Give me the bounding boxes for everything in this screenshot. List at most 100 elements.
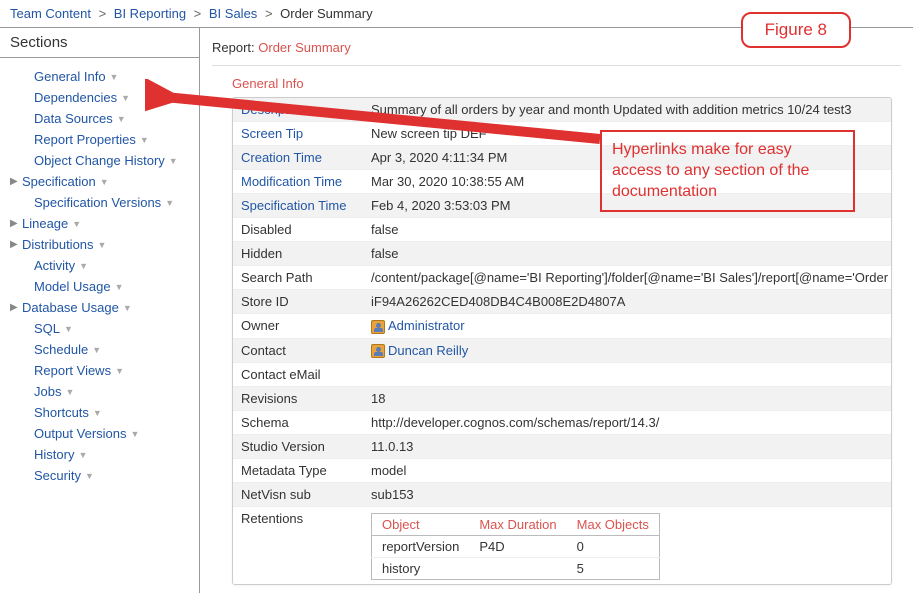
- ret-cell: P4D: [469, 536, 566, 558]
- callout-box: Hyperlinks make for easy access to any s…: [600, 130, 855, 212]
- sidebar-item[interactable]: ▶Specification Versions▼: [22, 192, 199, 213]
- sidebar-item[interactable]: ▶Schedule▼: [22, 339, 199, 360]
- sidebar-link[interactable]: Lineage: [22, 216, 68, 231]
- sidebar-item[interactable]: ▶Shortcuts▼: [22, 402, 199, 423]
- info-value-text: false: [371, 222, 398, 237]
- dropdown-icon[interactable]: ▼: [72, 219, 81, 229]
- sections-header: Sections: [0, 28, 199, 58]
- sidebar-link[interactable]: Jobs: [34, 384, 61, 399]
- sidebar-item[interactable]: ▶History▼: [22, 444, 199, 465]
- dropdown-icon[interactable]: ▼: [123, 303, 132, 313]
- dropdown-icon[interactable]: ▼: [92, 345, 101, 355]
- sidebar-item[interactable]: ▶Dependencies▼: [22, 87, 199, 108]
- info-label: NetVisn sub: [233, 483, 363, 506]
- sidebar-link[interactable]: Specification Versions: [34, 195, 161, 210]
- dropdown-icon[interactable]: ▼: [121, 93, 130, 103]
- dropdown-icon[interactable]: ▼: [110, 72, 119, 82]
- sidebar-item[interactable]: ▶Model Usage▼: [22, 276, 199, 297]
- info-label: Store ID: [233, 290, 363, 313]
- sidebar-link[interactable]: Data Sources: [34, 111, 113, 126]
- info-value-text: Summary of all orders by year and month …: [371, 102, 852, 117]
- dropdown-icon[interactable]: ▼: [100, 177, 109, 187]
- sidebar-link[interactable]: Report Views: [34, 363, 111, 378]
- info-label[interactable]: Description: [233, 98, 363, 121]
- dropdown-icon[interactable]: ▼: [115, 366, 124, 376]
- sidebar-item[interactable]: ▶SQL▼: [22, 318, 199, 339]
- info-value-text: 18: [371, 391, 385, 406]
- sidebar-item[interactable]: ▶Specification ▼: [10, 171, 199, 192]
- info-value-text: 11.0.13: [371, 439, 413, 454]
- expand-caret-icon[interactable]: ▶: [10, 302, 20, 313]
- ret-header: Max Duration: [469, 514, 566, 536]
- dropdown-icon[interactable]: ▼: [115, 282, 124, 292]
- sidebar-link[interactable]: Object Change History: [34, 153, 165, 168]
- info-value-text[interactable]: Duncan Reilly: [388, 343, 468, 358]
- sidebar-link[interactable]: Distributions: [22, 237, 94, 252]
- dropdown-icon[interactable]: ▼: [85, 471, 94, 481]
- dropdown-icon[interactable]: ▼: [117, 114, 126, 124]
- info-value-text[interactable]: Administrator: [388, 318, 465, 333]
- person-icon: [371, 320, 385, 334]
- info-row: ContactDuncan Reilly: [233, 339, 891, 364]
- sidebar-item[interactable]: ▶Distributions ▼: [10, 234, 199, 255]
- dropdown-icon[interactable]: ▼: [65, 387, 74, 397]
- sidebar-link[interactable]: Database Usage: [22, 300, 119, 315]
- sidebar-link[interactable]: Activity: [34, 258, 75, 273]
- sidebar-link[interactable]: Shortcuts: [34, 405, 89, 420]
- content-area: Report: Order Summary General Info Descr…: [200, 28, 913, 593]
- dropdown-icon[interactable]: ▼: [64, 324, 73, 334]
- info-row: Store IDiF94A26262CED408DB4C4B008E2D4807…: [233, 290, 891, 314]
- dropdown-icon[interactable]: ▼: [165, 198, 174, 208]
- sidebar-link[interactable]: Output Versions: [34, 426, 127, 441]
- ret-header: Object: [372, 514, 470, 536]
- info-row: Revisions18: [233, 387, 891, 411]
- sidebar-item[interactable]: ▶Jobs▼: [22, 381, 199, 402]
- sidebar-item[interactable]: ▶Report Views▼: [22, 360, 199, 381]
- sidebar-item[interactable]: ▶Output Versions▼: [22, 423, 199, 444]
- sidebar-link[interactable]: Security: [34, 468, 81, 483]
- sidebar-link[interactable]: Specification: [22, 174, 96, 189]
- sidebar-item[interactable]: ▶Security▼: [22, 465, 199, 486]
- info-label: Disabled: [233, 218, 363, 241]
- sidebar-item[interactable]: ▶Report Properties▼: [22, 129, 199, 150]
- expand-caret-icon[interactable]: ▶: [10, 239, 20, 250]
- breadcrumb-link[interactable]: BI Sales: [209, 6, 257, 21]
- sidebar-link[interactable]: Dependencies: [34, 90, 117, 105]
- sidebar-link[interactable]: General Info: [34, 69, 106, 84]
- info-label[interactable]: Creation Time: [233, 146, 363, 169]
- sidebar-link[interactable]: SQL: [34, 321, 60, 336]
- expand-caret-icon[interactable]: ▶: [10, 218, 20, 229]
- dropdown-icon[interactable]: ▼: [98, 240, 107, 250]
- sidebar-link[interactable]: History: [34, 447, 74, 462]
- info-label: Contact eMail: [233, 363, 363, 386]
- sidebar-item[interactable]: ▶Activity▼: [22, 255, 199, 276]
- dropdown-icon[interactable]: ▼: [140, 135, 149, 145]
- dropdown-icon[interactable]: ▼: [79, 261, 88, 271]
- sidebar-item[interactable]: ▶Object Change History▼: [22, 150, 199, 171]
- dropdown-icon[interactable]: ▼: [131, 429, 140, 439]
- sidebar-link[interactable]: Schedule: [34, 342, 88, 357]
- info-value: [363, 363, 891, 386]
- info-value: http://developer.cognos.com/schemas/repo…: [363, 411, 891, 434]
- info-label[interactable]: Modification Time: [233, 170, 363, 193]
- sidebar-item[interactable]: ▶Data Sources▼: [22, 108, 199, 129]
- info-value: model: [363, 459, 891, 482]
- sidebar-link[interactable]: Report Properties: [34, 132, 136, 147]
- sidebar-item[interactable]: ▶General Info▼: [22, 66, 199, 87]
- dropdown-icon[interactable]: ▼: [78, 450, 87, 460]
- expand-caret-icon[interactable]: ▶: [10, 176, 20, 187]
- sidebar: Sections ▶General Info▼▶Dependencies▼▶Da…: [0, 28, 200, 593]
- sidebar-item[interactable]: ▶Database Usage ▼: [10, 297, 199, 318]
- info-row: Contact eMail: [233, 363, 891, 387]
- dropdown-icon[interactable]: ▼: [169, 156, 178, 166]
- info-row: Studio Version11.0.13: [233, 435, 891, 459]
- breadcrumb-link[interactable]: BI Reporting: [114, 6, 186, 21]
- ret-cell: 5: [567, 558, 660, 580]
- info-label[interactable]: Screen Tip: [233, 122, 363, 145]
- info-label: Metadata Type: [233, 459, 363, 482]
- sidebar-link[interactable]: Model Usage: [34, 279, 111, 294]
- breadcrumb-link[interactable]: Team Content: [10, 6, 91, 21]
- dropdown-icon[interactable]: ▼: [93, 408, 102, 418]
- sidebar-item[interactable]: ▶Lineage ▼: [10, 213, 199, 234]
- info-label[interactable]: Specification Time: [233, 194, 363, 217]
